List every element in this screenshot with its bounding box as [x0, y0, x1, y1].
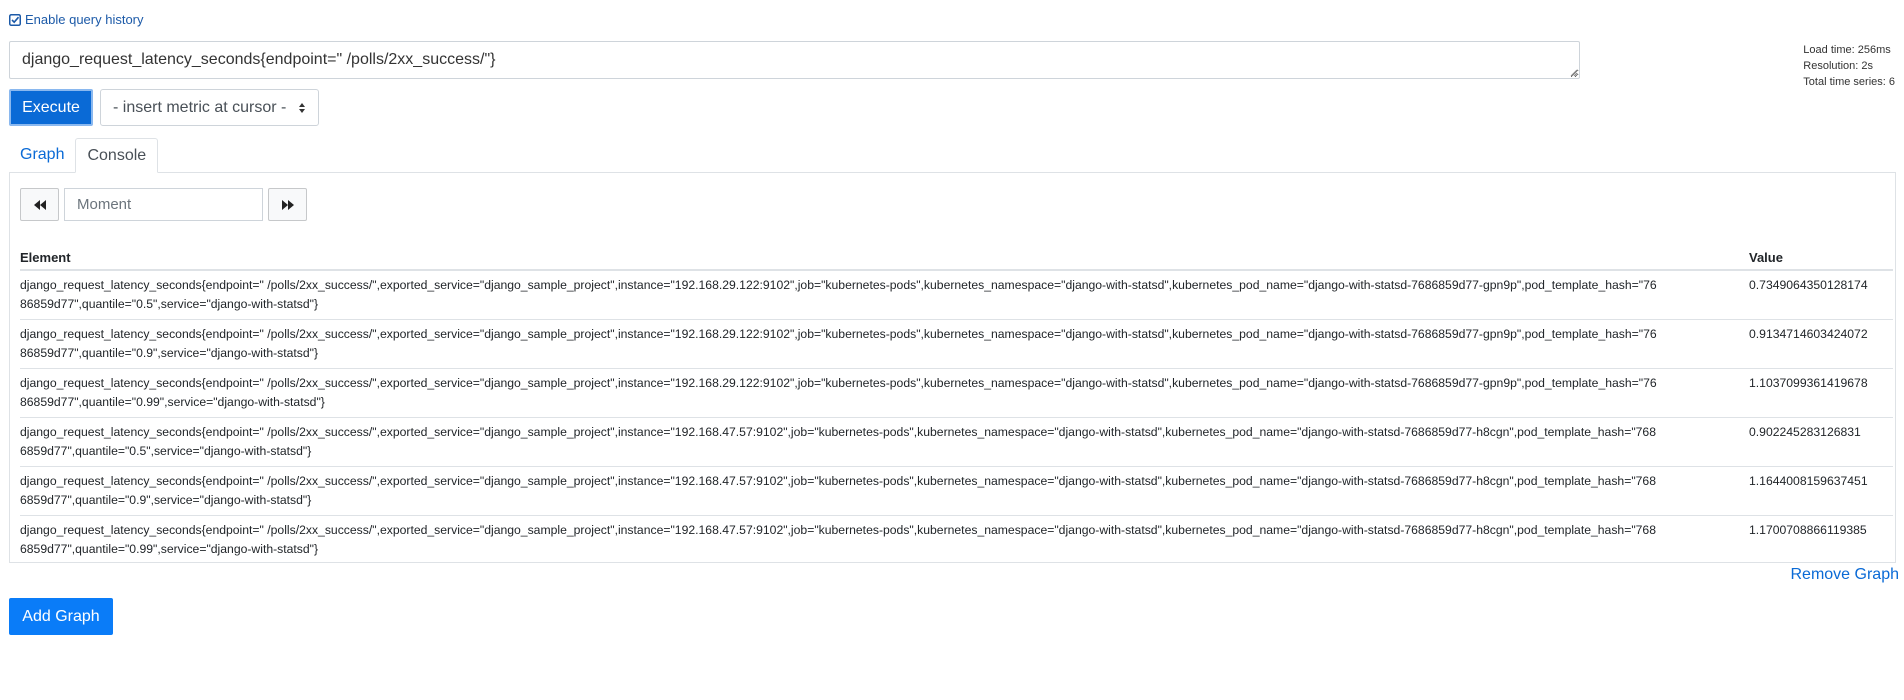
expression-input[interactable]: django_request_latency_seconds{endpoint=… [9, 41, 1580, 79]
select-arrows-icon [298, 102, 306, 114]
insert-metric-select-value: - insert metric at cursor - [113, 98, 287, 116]
table-row: django_request_latency_seconds{endpoint=… [20, 270, 1893, 320]
expression-input-wrapper: django_request_latency_seconds{endpoint=… [9, 41, 1580, 79]
console-panel: Element Value django_request_latency_sec… [9, 172, 1896, 564]
moment-back-button[interactable] [20, 188, 59, 221]
time-controls [20, 188, 307, 221]
results-table: Element Value django_request_latency_sec… [20, 244, 1893, 564]
moment-forward-button[interactable] [268, 188, 307, 221]
table-row: django_request_latency_seconds{endpoint=… [20, 466, 1893, 516]
element-cell: django_request_latency_seconds{endpoint=… [20, 278, 1657, 311]
query-stats: Load time: 256ms Resolution: 2s Total ti… [1803, 42, 1895, 90]
fast-backward-icon [33, 199, 46, 210]
enable-query-history-label: Enable query history [25, 12, 144, 27]
view-tabs: Graph Console [9, 138, 159, 173]
fast-forward-icon [281, 199, 294, 210]
tab-console[interactable]: Console [75, 138, 159, 173]
value-cell: 1.1644008159637451 [1739, 466, 1893, 516]
element-column-header: Element [20, 244, 1739, 271]
tab-graph[interactable]: Graph [9, 138, 75, 173]
check-square-icon [9, 13, 21, 26]
element-cell: django_request_latency_seconds{endpoint=… [20, 368, 1739, 418]
table-row: django_request_latency_seconds{endpoint=… [20, 417, 1893, 467]
enable-query-history-toggle[interactable]: Enable query history [9, 12, 144, 27]
element-cell: django_request_latency_seconds{endpoint=… [20, 319, 1739, 369]
total-time-series: Total time series: 6 [1803, 76, 1895, 88]
table-row: django_request_latency_seconds{endpoint=… [20, 368, 1893, 418]
value-cell: 0.902245283126831 [1739, 417, 1893, 467]
table-row: django_request_latency_seconds{endpoint=… [20, 319, 1893, 369]
execute-button[interactable]: Execute [9, 89, 93, 126]
value-cell: 0.9134714603424072 [1739, 319, 1893, 369]
resize-grip-icon[interactable] [1570, 69, 1578, 77]
element-cell: django_request_latency_seconds{endpoint=… [20, 515, 1739, 564]
value-column-header: Value [1739, 244, 1893, 271]
resolution: Resolution: 2s [1803, 60, 1874, 72]
prometheus-page: Enable query history django_request_late… [0, 0, 1904, 700]
insert-metric-select[interactable]: - insert metric at cursor - [100, 89, 319, 126]
table-row: django_request_latency_seconds{endpoint=… [20, 515, 1893, 564]
moment-input[interactable] [64, 188, 263, 221]
load-time: Load time: 256ms [1803, 44, 1891, 56]
value-cell: 1.1700708866119385 [1739, 515, 1893, 564]
value-cell: 1.1037099361419678 [1739, 368, 1893, 418]
element-cell: django_request_latency_seconds{endpoint=… [20, 417, 1739, 467]
add-graph-button[interactable]: Add Graph [9, 598, 113, 635]
element-cell: django_request_latency_seconds{endpoint=… [20, 466, 1739, 516]
table-header-row: Element Value [20, 244, 1893, 271]
remove-graph-link[interactable]: Remove Graph [1791, 566, 1900, 584]
value-cell: 0.7349064350128174 [1749, 278, 1868, 292]
